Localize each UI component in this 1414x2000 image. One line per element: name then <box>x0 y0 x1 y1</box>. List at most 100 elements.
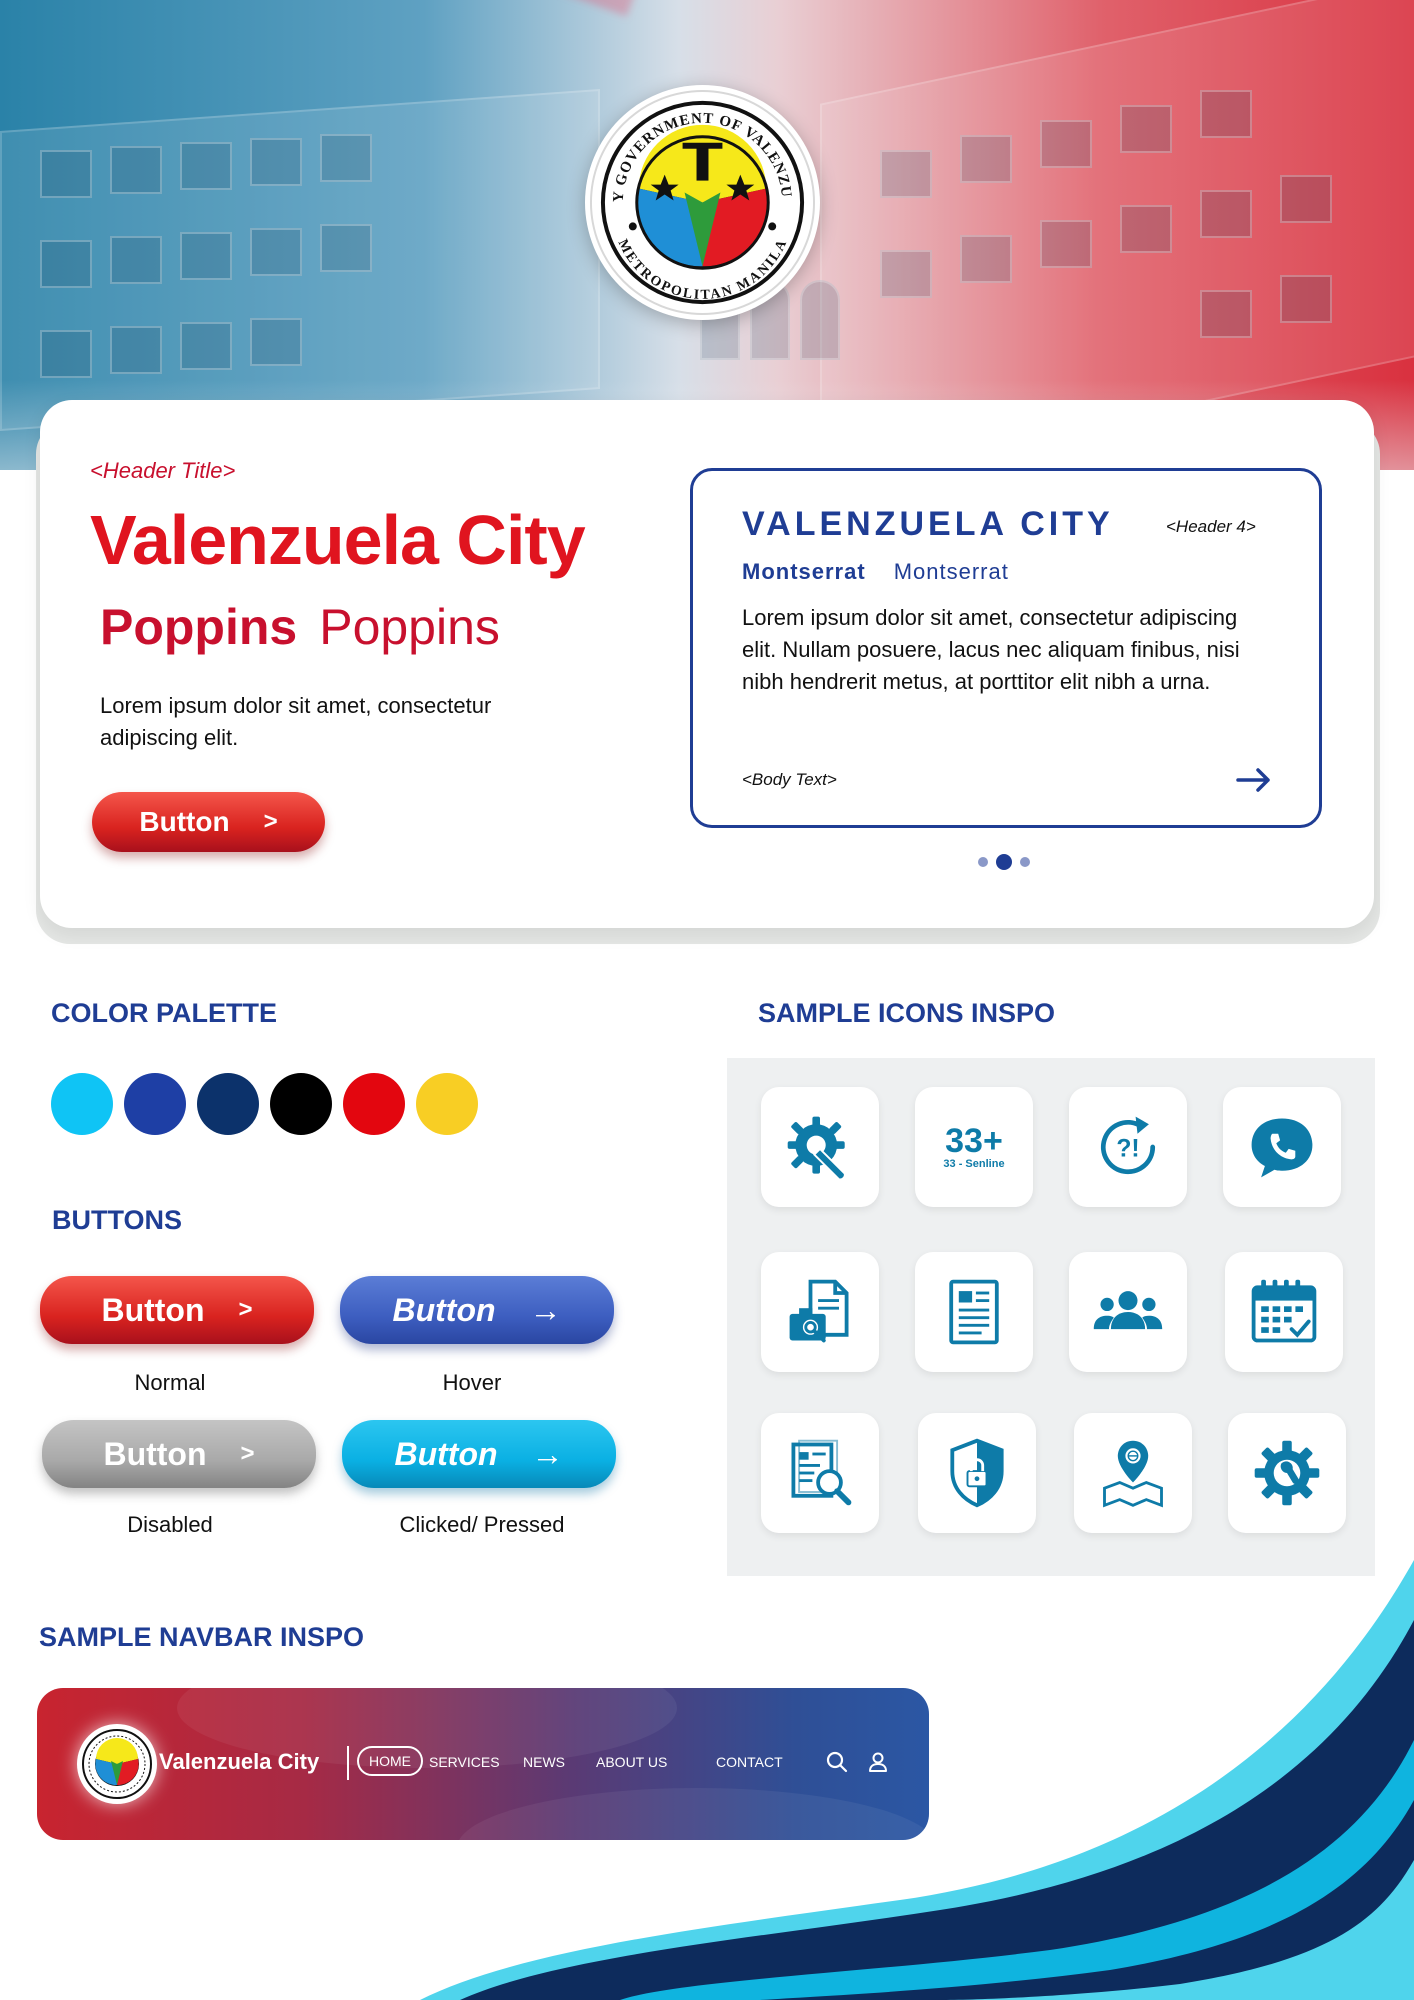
info-card-body: Lorem ipsum dolor sit amet, consectetur … <box>742 605 1240 694</box>
icon-tile[interactable]: 33+ 33 - Senline <box>915 1087 1033 1207</box>
map-pin-icon <box>1103 1440 1163 1508</box>
color-swatch <box>124 1073 186 1135</box>
shield-lock-icon <box>950 1438 1004 1508</box>
nav-item-contact[interactable]: CONTACT <box>716 1754 783 1770</box>
hotline-icon: 33+ 33 - Senline <box>943 1122 1005 1170</box>
arrow-right-icon: → <box>531 1435 564 1472</box>
chevron-right-icon: > <box>263 808 278 835</box>
building-window <box>250 318 302 366</box>
navbar-decoration <box>457 1788 929 1840</box>
button-pressed[interactable]: Button → <box>342 1420 616 1488</box>
icon-tile[interactable] <box>761 1252 879 1372</box>
button-state-label: Normal <box>134 1370 206 1395</box>
user-icon[interactable] <box>866 1750 890 1774</box>
nav-item-home[interactable]: HOME <box>357 1746 423 1776</box>
navbar-divider <box>347 1746 349 1780</box>
body-text-label: <Body Text> <box>742 770 837 789</box>
search-icon[interactable] <box>825 1750 849 1774</box>
document-magnify-icon <box>791 1439 852 1506</box>
color-palette <box>51 1073 478 1135</box>
building-window <box>1280 175 1332 223</box>
color-palette-heading: COLOR PALETTE <box>51 998 277 1028</box>
nav-item-news[interactable]: NEWS <box>523 1754 565 1770</box>
building-window <box>1040 220 1092 268</box>
carousel-dot-active[interactable] <box>996 854 1012 870</box>
info-card-title: VALENZUELA CITY <box>742 505 1114 543</box>
building-window <box>40 150 92 198</box>
color-swatch <box>270 1073 332 1135</box>
icon-tile[interactable] <box>1223 1087 1341 1207</box>
font-sample-regular: Poppins <box>319 599 500 655</box>
button-label: Button <box>103 1435 207 1472</box>
icon-tile[interactable] <box>918 1413 1036 1533</box>
icon-tile[interactable] <box>761 1413 879 1533</box>
chevron-right-icon: > <box>240 1440 255 1467</box>
city-seal-logo: CITY GOVERNMENT OF VALENZUELA METROPOLIT… <box>579 73 820 320</box>
header4-label: <Header 4> <box>1166 517 1256 536</box>
button-label: Button <box>101 1291 205 1328</box>
building-window <box>320 224 372 272</box>
carousel-dot[interactable] <box>978 857 988 867</box>
building-window <box>180 232 232 280</box>
nav-item-services[interactable]: SERVICES <box>429 1754 500 1770</box>
document-search-folder-icon <box>789 1279 849 1343</box>
header-title-label: <Header Title> <box>90 458 236 483</box>
icon-tile[interactable] <box>1228 1413 1346 1533</box>
color-swatch <box>343 1073 405 1135</box>
building-window <box>880 150 932 198</box>
icon-tile[interactable] <box>1074 1413 1192 1533</box>
building-window <box>1200 290 1252 338</box>
calendar-check-icon <box>1251 1279 1317 1343</box>
building-window <box>880 250 932 298</box>
building-window <box>110 146 162 194</box>
button-label: Button <box>394 1435 498 1472</box>
seal-icon <box>82 1729 152 1799</box>
button-hover[interactable]: Button → <box>340 1276 614 1344</box>
building-window <box>960 135 1012 183</box>
svg-text:?!: ?! <box>1116 1136 1139 1163</box>
icon-tile[interactable] <box>915 1252 1033 1372</box>
chevron-right-icon: > <box>238 1296 253 1323</box>
page-title: Valenzuela City <box>90 501 586 579</box>
font-sample-montserrat: Montserrat Montserrat <box>742 559 1009 585</box>
button-state-label: Hover <box>442 1370 502 1395</box>
document-icon <box>949 1279 999 1345</box>
font-sample-bold: Poppins <box>100 599 298 655</box>
arrow-right-icon[interactable] <box>1236 766 1272 794</box>
icon-tile[interactable] <box>761 1087 879 1207</box>
icon-tile[interactable]: ?! <box>1069 1087 1187 1207</box>
building-window <box>320 134 372 182</box>
font-sample-regular: Montserrat <box>893 559 1009 584</box>
navbar-brand[interactable]: Valenzuela City <box>159 1749 319 1775</box>
people-group-icon <box>1093 1291 1163 1330</box>
icon-tile[interactable] <box>1069 1252 1187 1372</box>
seal-icon: CITY GOVERNMENT OF VALENZUELA METROPOLIT… <box>579 73 816 316</box>
icon-tile[interactable] <box>1225 1252 1343 1372</box>
carousel-dot[interactable] <box>1020 857 1030 867</box>
hero-body-text: Lorem ipsum dolor sit amet, consectetur … <box>100 693 492 750</box>
building-window <box>40 330 92 378</box>
phone-chat-icon <box>1251 1118 1313 1178</box>
navbar-heading: SAMPLE NAVBAR INSPO <box>39 1622 365 1652</box>
building-window <box>1280 275 1332 323</box>
button-state-label: Disabled <box>127 1512 213 1537</box>
font-sample-poppins: Poppins Poppins <box>100 598 500 656</box>
building-window <box>1040 120 1092 168</box>
building-window <box>180 142 232 190</box>
buttons-heading: BUTTONS <box>52 1205 183 1235</box>
building-window <box>110 236 162 284</box>
building-window <box>960 235 1012 283</box>
color-swatch <box>51 1073 113 1135</box>
font-sample-bold: Montserrat <box>742 559 866 584</box>
button-normal[interactable]: Button > <box>40 1276 314 1344</box>
navbar: Valenzuela City HOME SERVICES NEWS ABOUT… <box>37 1688 929 1840</box>
hero-cta-button[interactable]: Button > <box>92 792 325 852</box>
button-disabled: Button > <box>42 1420 316 1488</box>
nav-item-about-us[interactable]: ABOUT US <box>596 1754 667 1770</box>
building-window <box>1200 90 1252 138</box>
building-window <box>1120 105 1172 153</box>
navbar-logo[interactable] <box>77 1724 157 1804</box>
settings-wrench-icon <box>787 1116 846 1181</box>
color-swatch <box>416 1073 478 1135</box>
button-label: Button <box>392 1291 496 1328</box>
